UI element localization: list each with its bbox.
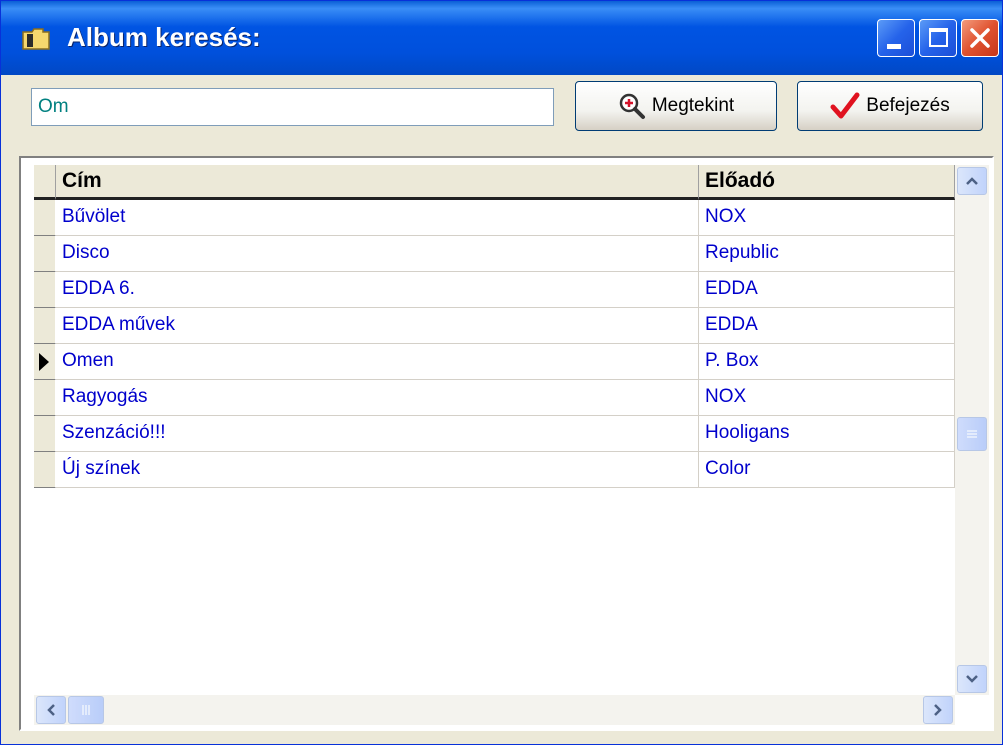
cell-artist[interactable]: Hooligans — [699, 416, 955, 452]
grip-icon — [967, 430, 977, 438]
cell-title[interactable]: EDDA művek — [56, 308, 699, 344]
checkmark-icon — [830, 92, 860, 119]
album-search-window: Album keresés: Megtekint Befej — [0, 0, 1003, 745]
row-indicator[interactable] — [34, 452, 56, 488]
cell-artist[interactable]: NOX — [699, 200, 955, 236]
scroll-down-button[interactable] — [957, 665, 987, 693]
column-header-title[interactable]: Cím — [56, 165, 699, 200]
grip-icon — [82, 705, 90, 715]
view-button[interactable]: Megtekint — [575, 81, 777, 131]
current-row-arrow-icon — [39, 353, 49, 371]
search-input[interactable] — [31, 88, 554, 126]
chevron-left-icon — [47, 704, 55, 716]
folder-icon — [22, 28, 50, 50]
row-indicator[interactable] — [34, 200, 56, 236]
cell-artist[interactable]: EDDA — [699, 308, 955, 344]
vertical-scroll-thumb[interactable] — [957, 417, 987, 451]
maximize-icon — [929, 28, 948, 47]
vertical-scrollbar[interactable] — [955, 165, 989, 695]
cell-title[interactable]: Új színek — [56, 452, 699, 488]
finish-button[interactable]: Befejezés — [797, 81, 983, 131]
cell-artist[interactable]: P. Box — [699, 344, 955, 380]
cell-title[interactable]: Disco — [56, 236, 699, 272]
chevron-up-icon — [966, 177, 978, 185]
window-title: Album keresés: — [67, 22, 261, 52]
cell-artist[interactable]: Republic — [699, 236, 955, 272]
title-bar[interactable]: Album keresés: — [1, 1, 1002, 75]
row-indicator[interactable] — [34, 236, 56, 272]
cell-title[interactable]: EDDA 6. — [56, 272, 699, 308]
cell-title[interactable]: Bűvölet — [56, 200, 699, 236]
magnifier-plus-icon — [619, 93, 645, 119]
row-indicator[interactable] — [34, 308, 56, 344]
maximize-button[interactable] — [919, 19, 957, 57]
horizontal-scroll-thumb[interactable] — [68, 696, 104, 724]
scroll-up-button[interactable] — [957, 167, 987, 195]
close-button[interactable] — [961, 19, 999, 57]
view-button-label: Megtekint — [651, 95, 735, 116]
close-icon — [970, 28, 990, 48]
horizontal-scrollbar[interactable] — [34, 695, 955, 725]
cell-artist[interactable]: NOX — [699, 380, 955, 416]
minimize-icon — [887, 44, 901, 49]
row-indicator[interactable] — [34, 380, 56, 416]
minimize-button[interactable] — [877, 19, 915, 57]
scroll-right-button[interactable] — [923, 696, 953, 724]
toolbar: Megtekint Befejezés — [1, 75, 1002, 147]
chevron-right-icon — [934, 704, 942, 716]
cell-title[interactable]: Omen — [56, 344, 699, 380]
row-indicator[interactable] — [34, 272, 56, 308]
cell-artist[interactable]: EDDA — [699, 272, 955, 308]
row-indicator[interactable] — [34, 416, 56, 452]
finish-button-label: Befejezés — [866, 95, 950, 116]
cell-artist[interactable]: Color — [699, 452, 955, 488]
cell-title[interactable]: Szenzáció!!! — [56, 416, 699, 452]
row-indicator-header — [34, 165, 56, 200]
row-indicator[interactable] — [34, 344, 56, 380]
chevron-down-icon — [966, 675, 978, 683]
scroll-left-button[interactable] — [36, 696, 66, 724]
album-grid[interactable]: Cím Előadó Bűvölet NOX Disco Republic EDDA 6… — [19, 156, 994, 731]
cell-title[interactable]: Ragyogás — [56, 380, 699, 416]
column-header-artist[interactable]: Előadó — [699, 165, 955, 200]
